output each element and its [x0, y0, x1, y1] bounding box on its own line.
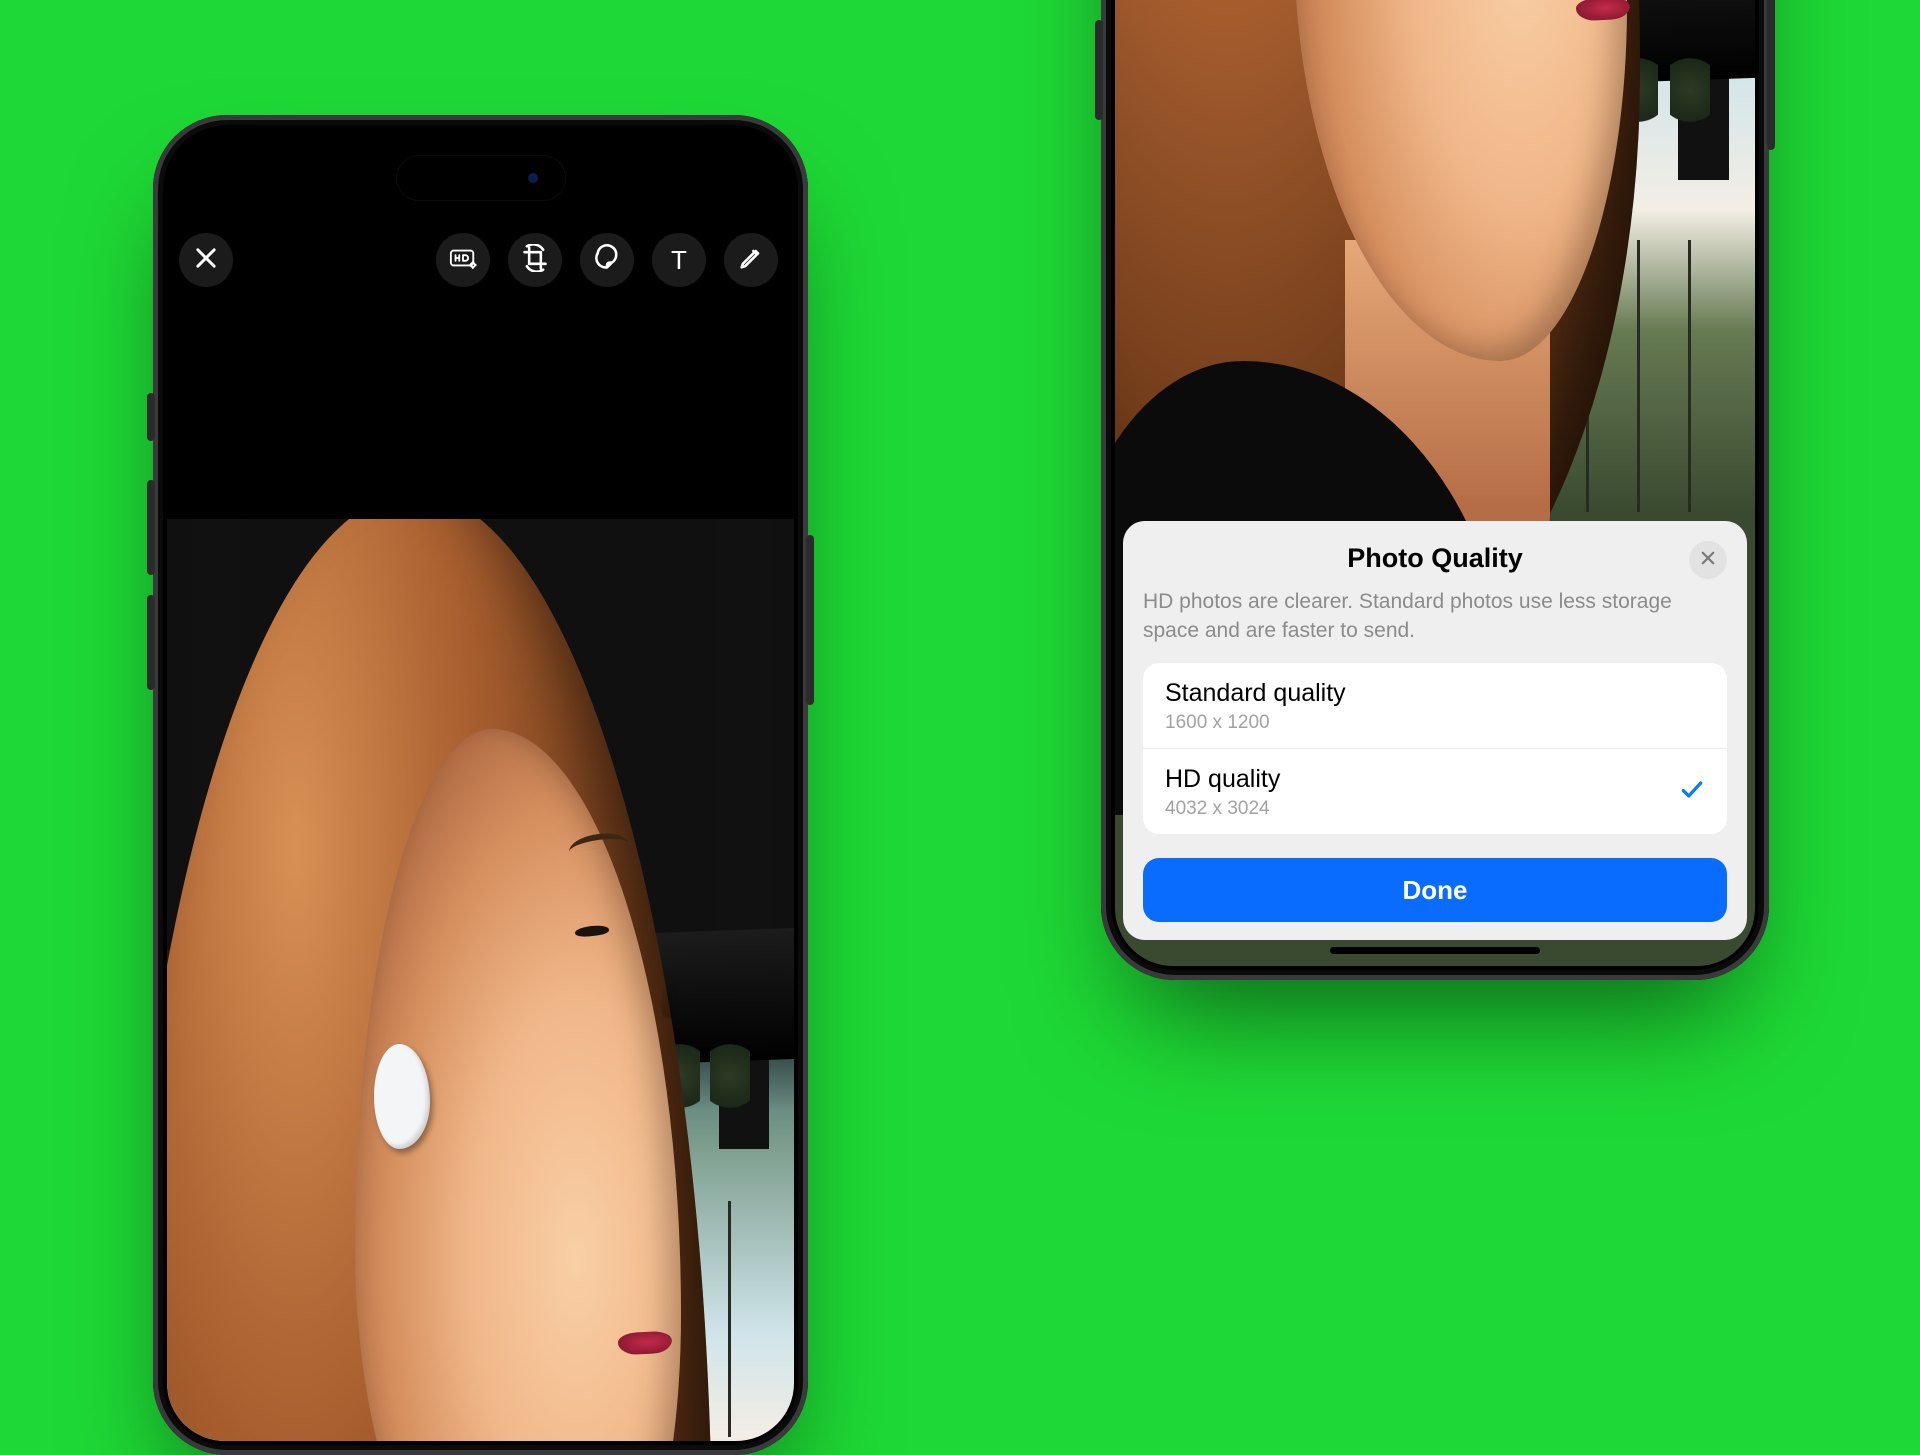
quality-options: Standard quality 1600 x 1200 HD quality … — [1143, 663, 1727, 834]
screen-left: T — [167, 129, 794, 1441]
photo-preview[interactable] — [167, 519, 794, 1441]
power-button — [1767, 0, 1775, 150]
photo-quality-sheet: Photo Quality HD photos are clearer. Sta… — [1123, 521, 1747, 940]
home-indicator[interactable] — [1330, 947, 1540, 954]
crop-rotate-button[interactable] — [508, 233, 562, 287]
crop-icon — [521, 244, 549, 277]
close-icon — [1699, 549, 1717, 572]
text-icon: T — [671, 245, 687, 276]
checkmark-icon — [1679, 776, 1705, 807]
sheet-description: HD photos are clearer. Standard photos u… — [1143, 588, 1727, 645]
draw-button[interactable] — [724, 233, 778, 287]
done-button[interactable]: Done — [1143, 858, 1727, 922]
pencil-icon — [737, 244, 765, 277]
done-label: Done — [1403, 875, 1468, 906]
option-hd-quality[interactable]: HD quality 4032 x 3024 — [1143, 748, 1727, 834]
hd-settings-button[interactable] — [436, 233, 490, 287]
sticker-button[interactable] — [580, 233, 634, 287]
option-sub: 4032 x 3024 — [1165, 798, 1705, 820]
screen-right: Photo Quality HD photos are clearer. Sta… — [1115, 0, 1755, 966]
dynamic-island — [396, 155, 566, 201]
phone-frame-left: T — [153, 115, 808, 1455]
sticker-icon — [593, 244, 621, 277]
option-sub: 1600 x 1200 — [1165, 712, 1705, 734]
silent-switch — [147, 393, 155, 441]
option-standard-quality[interactable]: Standard quality 1600 x 1200 — [1143, 663, 1727, 748]
option-label: Standard quality — [1165, 679, 1705, 708]
volume-down-button — [147, 595, 155, 690]
close-button[interactable] — [179, 233, 233, 287]
power-button — [806, 535, 814, 705]
phone-frame-right: Photo Quality HD photos are clearer. Sta… — [1101, 0, 1769, 980]
hd-icon — [449, 244, 477, 277]
sheet-title: Photo Quality — [1143, 543, 1727, 574]
text-button[interactable]: T — [652, 233, 706, 287]
close-icon — [192, 244, 220, 277]
volume-down-button — [1095, 20, 1103, 120]
option-label: HD quality — [1165, 765, 1705, 794]
editor-toolbar: T — [167, 233, 794, 293]
volume-up-button — [147, 480, 155, 575]
